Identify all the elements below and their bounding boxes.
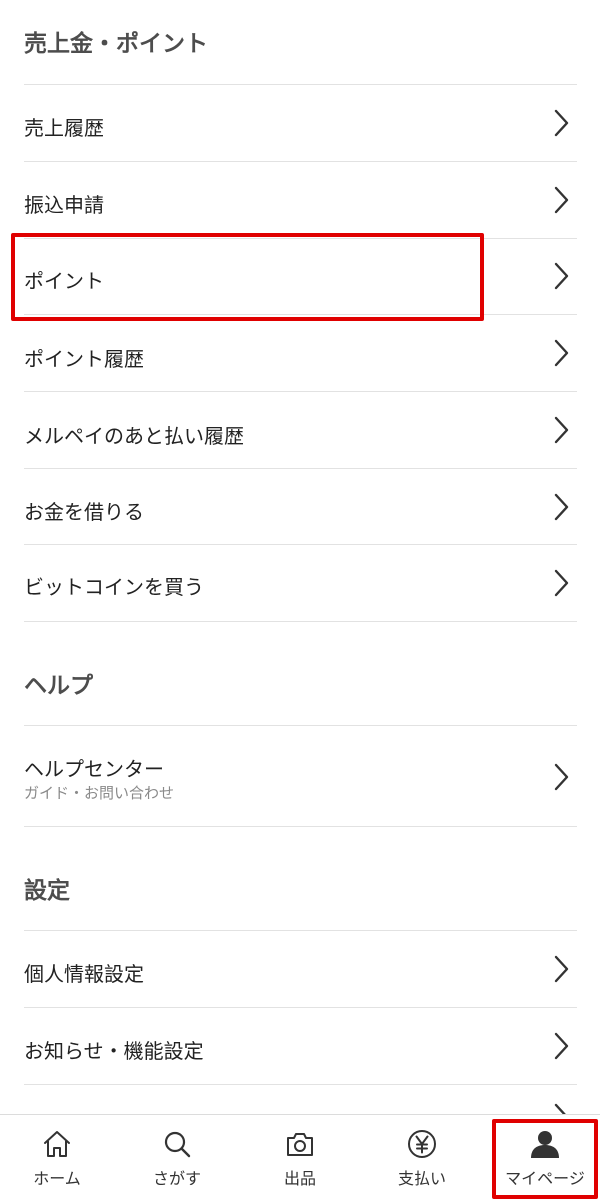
menu-item-label: お知らせ・機能設定 — [24, 1039, 204, 1063]
tab-label: 支払い — [397, 1169, 446, 1188]
chevron-right-icon — [554, 763, 569, 791]
home-icon — [44, 1131, 70, 1157]
chevron-right-icon — [554, 1032, 569, 1060]
chevron-right-icon — [554, 416, 569, 444]
tab-label: 出品 — [283, 1169, 316, 1188]
settings-scroll-area[interactable]: 売上金・ポイント 売上履歴 振込申請 ポイント ポイント履歴 メルペイのあと払い… — [0, 0, 600, 1114]
chevron-right-icon — [554, 493, 569, 521]
divider — [24, 621, 577, 622]
chevron-right-icon — [554, 186, 569, 214]
tab-label: ホーム — [33, 1169, 81, 1188]
chevron-right-icon — [554, 1103, 566, 1114]
chevron-right-icon — [554, 955, 569, 983]
menu-item-sales-history[interactable]: 売上履歴 — [0, 85, 600, 161]
divider — [24, 826, 577, 827]
tab-label: さがす — [152, 1169, 201, 1188]
menu-item-buy-bitcoin[interactable]: ビットコインを買う — [0, 545, 600, 621]
menu-item-label: 個人情報設定 — [24, 962, 144, 986]
section-title-help: ヘルプ — [24, 673, 93, 699]
section-title-settings: 設定 — [24, 878, 70, 904]
chevron-right-icon — [554, 109, 569, 137]
menu-item-personal-info-settings[interactable]: 個人情報設定 — [0, 931, 600, 1007]
menu-item-help-center[interactable]: ヘルプセンター ガイド・お問い合わせ — [0, 726, 600, 826]
menu-item-transfer-request[interactable]: 振込申請 — [0, 162, 600, 238]
menu-item-label: 振込申請 — [24, 193, 104, 217]
chevron-right-icon — [554, 262, 569, 290]
menu-item-label: 売上履歴 — [24, 116, 104, 140]
tab-home[interactable]: ホーム — [2, 1115, 112, 1200]
divider — [24, 1084, 577, 1085]
menu-item-sublabel: ガイド・お問い合わせ — [24, 784, 175, 802]
section-title-sales-points: 売上金・ポイント — [24, 31, 208, 57]
menu-item-label: ビットコインを買う — [24, 575, 204, 599]
menu-item-points-history[interactable]: ポイント履歴 — [0, 315, 600, 391]
yen-icon — [408, 1130, 436, 1158]
menu-item-merpay-deferred-history[interactable]: メルペイのあと払い履歴 — [0, 392, 600, 468]
highlight-box-points — [11, 233, 484, 321]
menu-item-label: ヘルプセンター — [24, 757, 164, 781]
menu-item-notification-feature-settings[interactable]: お知らせ・機能設定 — [0, 1008, 600, 1084]
camera-icon — [287, 1133, 313, 1156]
tab-payment[interactable]: 支払い — [367, 1115, 477, 1200]
menu-item-borrow-money[interactable]: お金を借りる — [0, 469, 600, 545]
tab-search[interactable]: さがす — [122, 1115, 232, 1200]
menu-item-label: メルペイのあと払い履歴 — [24, 424, 244, 448]
menu-item-label: ポイント履歴 — [24, 347, 144, 371]
chevron-right-icon — [554, 569, 569, 597]
menu-item-label: お金を借りる — [24, 500, 144, 524]
search-icon — [164, 1131, 191, 1158]
highlight-box-mypage — [492, 1119, 598, 1199]
chevron-right-icon — [554, 339, 569, 367]
tab-sell[interactable]: 出品 — [245, 1115, 355, 1200]
bottom-tab-bar: ホーム さがす 出品 支払い マイページ — [0, 1114, 600, 1200]
